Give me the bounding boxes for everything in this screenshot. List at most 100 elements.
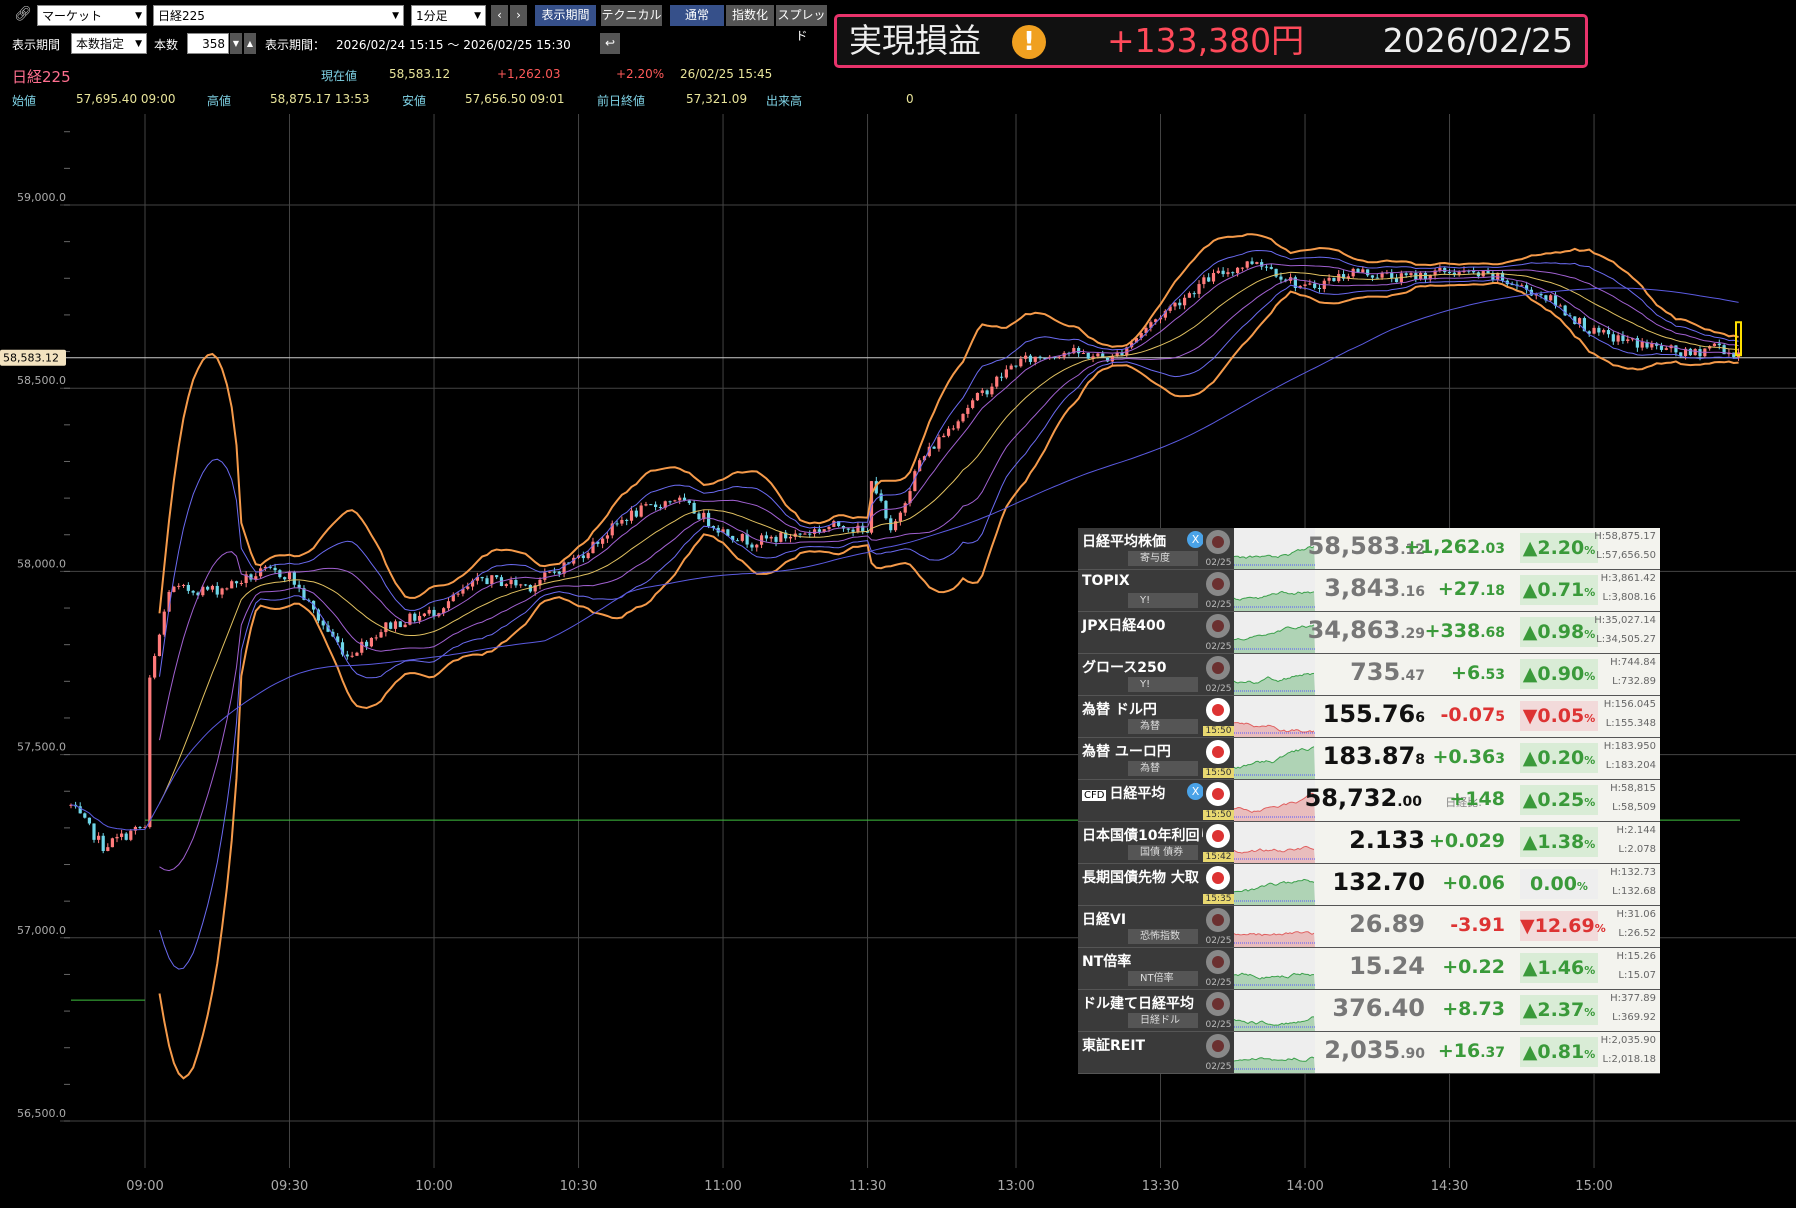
x-icon[interactable]: X bbox=[1187, 783, 1203, 800]
technical-button[interactable]: テクニカル bbox=[601, 5, 662, 26]
instrument-name: 東証REIT bbox=[1082, 1038, 1146, 1054]
instrument-label[interactable]: 為替 ユーロ円 為替 bbox=[1078, 738, 1203, 779]
next-button[interactable]: › bbox=[510, 5, 527, 26]
count-up-button[interactable]: ▲ bbox=[244, 33, 256, 54]
sub-link-button[interactable]: 為替 bbox=[1128, 761, 1198, 776]
instrument-label[interactable]: JPX日経400 bbox=[1078, 612, 1203, 653]
high-value: H:2,035.90 bbox=[1600, 1035, 1656, 1046]
candle-body bbox=[605, 535, 610, 539]
open-label: 始値 bbox=[12, 94, 37, 108]
board-row[interactable]: 日経平均株価 X 寄与度 02/25 58,583.12 +1,262.03 ▲2.20… bbox=[1078, 528, 1660, 570]
candle-body bbox=[1202, 277, 1206, 285]
board-row[interactable]: NT倍率 NT倍率 02/25 15.24 +0.22 ▲1.46% H:15.26 L:… bbox=[1078, 948, 1660, 990]
instrument-name: TOPIX bbox=[1082, 573, 1130, 589]
sub-link-button[interactable]: NT倍率 bbox=[1128, 971, 1198, 986]
candle-body bbox=[706, 512, 711, 527]
pct-value: ▲1.46 bbox=[1522, 957, 1585, 979]
instrument-name: 日経平均 bbox=[1109, 786, 1166, 802]
board-row[interactable]: 為替 ユーロ円 為替 15:50 183.878 +0.363 ▲0.20% H:183… bbox=[1078, 738, 1660, 780]
instrument-name: 日経平均株価 bbox=[1082, 534, 1166, 550]
candle-body bbox=[634, 510, 638, 517]
sub-link-button[interactable]: Y! bbox=[1128, 677, 1198, 692]
interval-value: 1分足 bbox=[416, 9, 448, 23]
instrument-label[interactable]: 為替 ドル円 為替 bbox=[1078, 696, 1203, 737]
status-icon-column: 02/25 bbox=[1203, 654, 1234, 695]
normal-button[interactable]: 通常 bbox=[670, 5, 724, 26]
board-row[interactable]: TOPIX Y! 02/25 3,843.16 +27.18 ▲0.71% H:3,86… bbox=[1078, 570, 1660, 612]
instrument-label[interactable]: ドル建て日経平均 日経ドル bbox=[1078, 990, 1203, 1031]
link-icon[interactable]: 🔗︎ bbox=[14, 6, 32, 22]
candle-body bbox=[1366, 269, 1370, 276]
spread-button[interactable]: スプレッド bbox=[776, 5, 827, 43]
quote-time: 26/02/25 15:45 bbox=[680, 67, 773, 81]
candle-body bbox=[932, 446, 936, 449]
change-decimal: 3 bbox=[1495, 751, 1505, 767]
board-row[interactable]: 為替 ドル円 為替 15:50 155.766 -0.075 ▼0.05% H:156.… bbox=[1078, 696, 1660, 738]
candle-body bbox=[101, 835, 105, 851]
candle-body bbox=[1057, 356, 1061, 358]
board-row[interactable]: 日経VI 恐怖指数 02/25 26.89 -3.91 ▼12.69% H:31.06 L… bbox=[1078, 906, 1660, 948]
interval-select[interactable]: 1分足 ▼ bbox=[411, 5, 486, 26]
sparkline bbox=[1234, 1032, 1315, 1073]
sub-link-label: 為替 bbox=[1140, 763, 1160, 774]
board-row[interactable]: 東証REIT 02/25 2,035.90 +16.37 ▲0.81% H:2,035… bbox=[1078, 1032, 1660, 1074]
candle-body bbox=[995, 376, 999, 387]
prev-button[interactable]: ‹ bbox=[491, 5, 508, 26]
candle-body bbox=[283, 577, 287, 580]
board-row[interactable]: グロース250 Y! 02/25 735.47 +6.53 ▲0.90% H:744.8… bbox=[1078, 654, 1660, 696]
value-area: 58,583.12 +1,262.03 ▲2.20% H:58,875.17 L:57,… bbox=[1308, 528, 1660, 569]
instrument-label[interactable]: 東証REIT bbox=[1078, 1032, 1203, 1073]
candle-body bbox=[999, 376, 1004, 378]
board-row[interactable]: 長期国債先物 大取 15:35 132.70 +0.06 0.00% H:132.73… bbox=[1078, 864, 1660, 906]
candle-body bbox=[1250, 261, 1254, 264]
update-time: 15:50 bbox=[1203, 810, 1234, 820]
indexed-button[interactable]: 指数化 bbox=[726, 5, 774, 26]
count-input[interactable]: 358 bbox=[187, 33, 229, 54]
status-icon-column: 02/25 bbox=[1203, 612, 1234, 653]
prev-close-value: 57,321.09 bbox=[686, 92, 748, 106]
instrument-label[interactable]: グロース250 Y! bbox=[1078, 654, 1203, 695]
market-status-icon bbox=[1206, 656, 1230, 680]
sub-link-button[interactable]: 恐怖指数 bbox=[1128, 929, 1198, 944]
candle-body bbox=[1664, 348, 1668, 350]
symbol-select[interactable]: 日経225 ▼ bbox=[153, 5, 404, 26]
candle-body bbox=[1404, 273, 1408, 276]
x-tick-label: 11:30 bbox=[849, 1179, 886, 1194]
instrument-label[interactable]: CFD 日経平均 X bbox=[1078, 780, 1203, 821]
board-row[interactable]: JPX日経400 02/25 34,863.29 +338.68 ▲0.98% H:3… bbox=[1078, 612, 1660, 654]
instrument-label[interactable]: 長期国債先物 大取 bbox=[1078, 864, 1203, 905]
period-button[interactable]: 表示期間 bbox=[535, 5, 596, 26]
candle-body bbox=[432, 609, 436, 617]
candle-body bbox=[1221, 270, 1225, 275]
board-row[interactable]: 日本国債10年利回り 国債 債券 15:42 2.133 +0.029 ▲1.38% H… bbox=[1078, 822, 1660, 864]
reset-icon[interactable]: ↩ bbox=[600, 33, 620, 54]
change-pct-badge: ▼0.05% bbox=[1520, 701, 1598, 731]
candle-body bbox=[1187, 293, 1192, 298]
candle-body bbox=[129, 830, 133, 840]
sub-link-button[interactable]: 日経ドル bbox=[1128, 1013, 1198, 1028]
count-down-button[interactable]: ▼ bbox=[230, 33, 242, 54]
market-select[interactable]: マーケット ▼ bbox=[37, 5, 147, 26]
instrument-label[interactable]: 日経VI 恐怖指数 bbox=[1078, 906, 1203, 947]
candle-body bbox=[1014, 365, 1018, 367]
sub-link-button[interactable]: 為替 bbox=[1128, 719, 1198, 734]
instrument-label[interactable]: NT倍率 NT倍率 bbox=[1078, 948, 1203, 989]
range-mode-select[interactable]: 本数指定 ▼ bbox=[71, 33, 147, 54]
high-value: 58,875.17 13:53 bbox=[270, 92, 370, 106]
sub-link-button[interactable]: 寄与度 bbox=[1128, 551, 1198, 566]
sub-link-button[interactable]: Y! bbox=[1128, 593, 1198, 608]
x-icon[interactable]: X bbox=[1187, 531, 1203, 548]
board-row[interactable]: ドル建て日経平均 日経ドル 02/25 376.40 +8.73 ▲2.37% H:37… bbox=[1078, 990, 1660, 1032]
value-area: 34,863.29 +338.68 ▲0.98% H:35,027.14 L:34,50… bbox=[1308, 612, 1660, 653]
market-status-icon bbox=[1206, 992, 1230, 1016]
board-row[interactable]: CFD 日経平均 X 15:50 58,732.00 日経比: +148 ▲0.25% H:… bbox=[1078, 780, 1660, 822]
sparkline bbox=[1234, 612, 1315, 653]
instrument-label[interactable]: 日本国債10年利回り 国債 債券 bbox=[1078, 822, 1203, 863]
change: +8.73 bbox=[1442, 998, 1505, 1020]
volume-value: 0 bbox=[906, 92, 914, 106]
instrument-label[interactable]: TOPIX Y! bbox=[1078, 570, 1203, 611]
instrument-label[interactable]: 日経平均株価 X 寄与度 bbox=[1078, 528, 1203, 569]
change-main: +338 bbox=[1424, 620, 1481, 642]
value-area: 132.70 +0.06 0.00% H:132.73 L:132.68 bbox=[1315, 864, 1660, 905]
sub-link-button[interactable]: 国債 債券 bbox=[1128, 845, 1198, 860]
